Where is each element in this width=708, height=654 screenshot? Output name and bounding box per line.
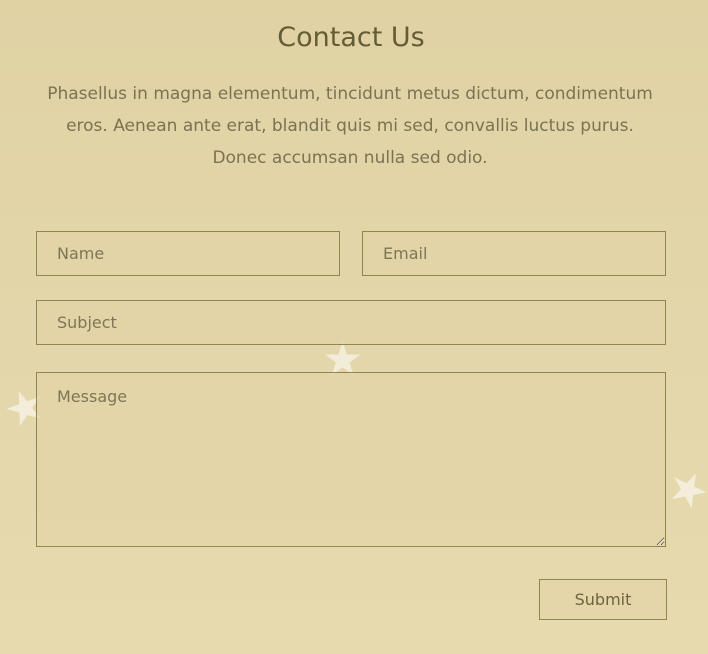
contacts-submit-button[interactable]: Submit xyxy=(539,579,667,620)
contacts-message-input[interactable] xyxy=(36,372,666,547)
star-icon: ★ xyxy=(658,455,708,523)
contacts-name-input[interactable] xyxy=(36,231,340,276)
contacts-description: Phasellus in magna elementum, tincidunt … xyxy=(47,84,653,168)
contacts-title: Contact Us xyxy=(277,22,425,53)
contacts-subject-input[interactable] xyxy=(36,300,666,345)
contacts-email-input[interactable] xyxy=(362,231,666,276)
